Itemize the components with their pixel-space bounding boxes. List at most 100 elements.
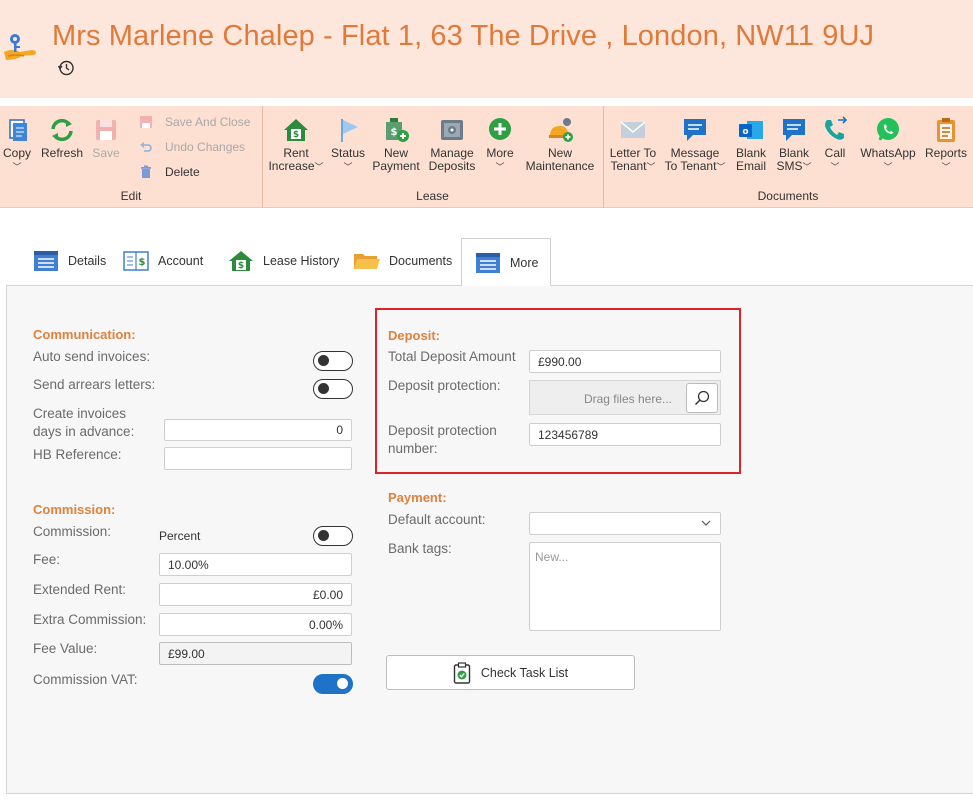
blank-email-button[interactable]: o Blank Email [732,116,770,173]
check-task-list-label: Check Task List [480,665,569,680]
tab-account-label: Account [158,254,204,268]
folder-icon [354,254,380,269]
tab-lease-history[interactable]: $ Lease History [227,236,339,286]
refresh-label: Refresh [40,146,84,160]
send-arrears-letters-toggle[interactable] [313,379,353,399]
reports-label: Reports [924,146,968,160]
auto-send-invoices-label: Auto send invoices: [33,349,151,364]
total-deposit-amount-input[interactable]: £990.00 [529,350,721,373]
commission-toggle[interactable] [313,526,353,546]
whatsapp-button[interactable]: WhatsApp ﹀ [856,116,920,174]
deposit-protection-number-label-2: number: [388,441,438,456]
communication-section-title: Communication: [33,327,136,342]
deposit-protection-dropzone[interactable]: Drag files here... [529,380,721,415]
rent-increase-label-1: Rent [283,146,309,160]
send-arrears-letters-label: Send arrears letters: [33,377,156,392]
chevron-down-icon: ﹀ [495,162,505,172]
new-payment-icon: $ [386,118,409,142]
toggle-knob [318,355,329,366]
more-lease-button[interactable]: More ﹀ [482,116,518,174]
rent-increase-button[interactable]: $ Rent Increase﹀ [266,116,326,174]
hand-key-logo-icon [4,34,36,60]
tab-more[interactable]: More [461,238,552,286]
list-icon [34,251,58,271]
chevron-down-icon: ﹀ [716,162,726,172]
hb-reference-input[interactable] [164,447,352,470]
message-to-tenant-button[interactable]: Message To Tenant﹀ [664,116,726,174]
group-label-documents: Documents [757,189,819,203]
blank-sms-button[interactable]: Blank SMS﹀ [774,116,814,174]
tab-documents[interactable]: Documents [353,236,452,286]
default-account-select[interactable] [529,512,721,535]
clipboard-check-icon [453,661,471,684]
bank-tags-input[interactable]: New... [529,542,721,631]
drop-placeholder: Drag files here... [583,392,672,406]
deposit-protection-number-label-1: Deposit protection [388,423,497,438]
fee-value-field: £99.00 [159,642,352,665]
letter-to-tenant-label-1: Letter To [609,146,657,160]
commission-label: Commission: [33,524,112,539]
create-invoices-days-input[interactable]: 0 [164,419,352,441]
group-label-edit: Edit [120,189,142,203]
save-and-close-button[interactable]: Save And Close [139,115,250,129]
call-button[interactable]: Call ﹀ [818,116,852,174]
new-payment-button[interactable]: $ New Payment [372,116,420,173]
svg-text:o: o [742,127,748,137]
refresh-icon [51,118,73,142]
commission-vat-label: Commission VAT: [33,672,138,687]
new-payment-label-1: New [383,146,408,160]
toggle-knob [318,383,329,394]
deposit-protection-number-label: Deposit protection number: [388,422,528,458]
copy-icon [9,119,27,141]
status-button[interactable]: Status ﹀ [328,116,368,174]
clipboard-report-icon [937,118,955,142]
fee-input[interactable]: 10.00% [159,553,352,576]
chevron-down-icon: ﹀ [802,162,812,172]
chevron-down-icon [701,520,711,526]
extra-commission-input[interactable]: 0.00% [159,613,352,636]
trash-icon [141,165,151,178]
save-icon [96,120,116,140]
house-money-icon: $ [284,119,308,141]
delete-button[interactable]: Delete [139,165,200,179]
commission-section-title: Commission: [33,502,116,517]
save-button[interactable]: Save [90,116,122,160]
tab-lease-history-label: Lease History [263,254,340,268]
svg-text:$: $ [391,127,398,138]
auto-send-invoices-toggle[interactable] [313,351,353,371]
manage-deposits-button[interactable]: Manage Deposits [424,116,480,173]
deposit-protection-label: Deposit protection: [388,378,501,393]
reports-button[interactable]: Reports ﹀ [922,116,970,174]
letter-to-tenant-button[interactable]: Letter To Tenant﹀ [606,116,660,174]
extended-rent-label: Extended Rent: [33,582,127,597]
extra-commission-label: Extra Commission: [33,612,147,627]
extended-rent-input[interactable]: £0.00 [159,583,352,606]
save-close-icon [140,116,152,128]
manage-deposits-label-1: Manage [430,146,474,160]
list-icon [476,252,500,273]
new-payment-label-2: Payment [372,159,420,173]
tab-details[interactable]: Details [32,236,106,286]
status-label: Status [330,146,366,160]
fee-label: Fee: [33,552,61,567]
chat-icon [684,119,706,141]
flag-icon [341,119,358,142]
new-maintenance-button[interactable]: New Maintenance [524,116,596,173]
undo-changes-button[interactable]: Undo Changes [139,140,245,154]
chevron-down-icon: ﹀ [343,162,353,172]
deposit-protection-number-input[interactable]: 123456789 [529,423,721,446]
plus-circle-icon [489,118,511,140]
commission-vat-toggle[interactable] [313,674,353,694]
chevron-down-icon: ﹀ [941,162,951,172]
check-task-list-button[interactable]: Check Task List [386,655,635,690]
history-icon[interactable] [57,59,75,77]
browse-button[interactable] [686,383,718,413]
maintenance-icon [549,118,573,142]
refresh-button[interactable]: Refresh [40,116,84,160]
copy-button[interactable]: Copy ﹀ [0,116,34,174]
whatsapp-icon [877,118,899,141]
page-title: Mrs Marlene Chalep - Flat 1, 63 The Driv… [52,20,875,52]
tab-account[interactable]: $ Account [122,236,203,286]
chevron-down-icon: ﹀ [314,162,324,172]
chevron-down-icon: ﹀ [12,162,22,172]
